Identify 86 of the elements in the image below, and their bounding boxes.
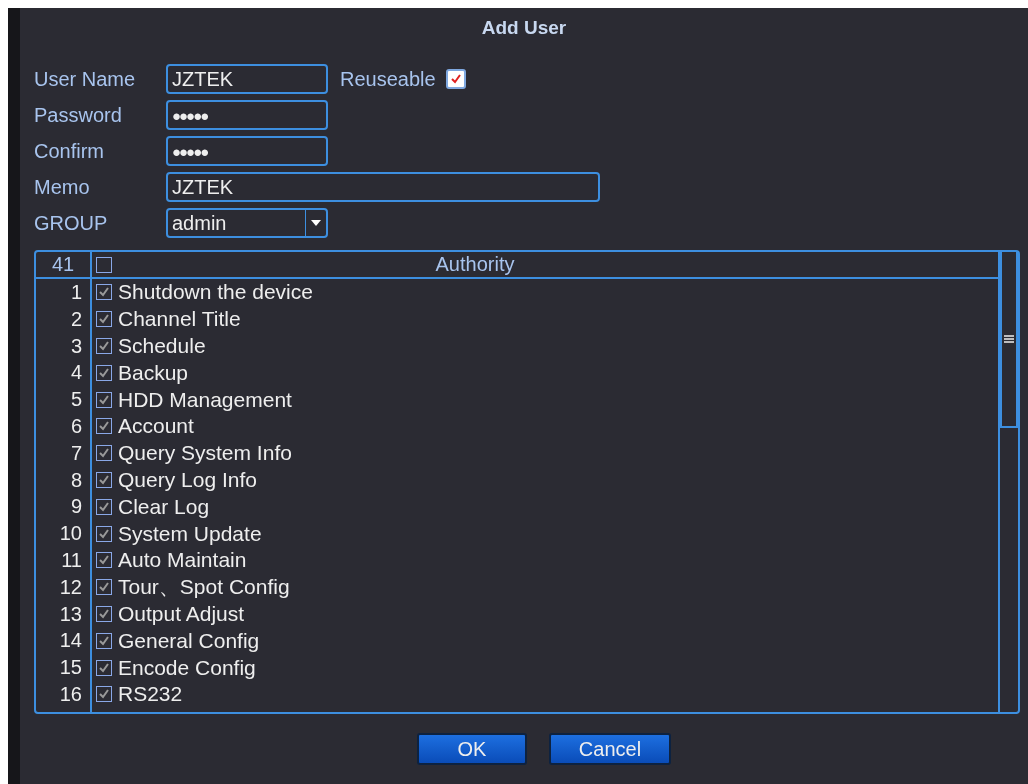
dialog-title: Add User [481, 17, 567, 39]
row-number: 11 [60, 547, 83, 573]
row-number: 2 [69, 306, 83, 332]
checkbox[interactable] [96, 552, 112, 569]
check-icon [98, 473, 110, 486]
authority-name: System Update [118, 521, 262, 546]
input-field[interactable]: JZTEK [166, 172, 600, 202]
check-icon [98, 607, 110, 620]
check-icon [98, 393, 110, 406]
row-number: 15 [58, 655, 83, 681]
authority-name: HDD Management [118, 387, 292, 412]
checkbox[interactable] [96, 525, 112, 542]
checkbox[interactable] [96, 659, 112, 676]
authority-name: Output Adjust [118, 601, 245, 626]
caret-icon [311, 220, 321, 226]
authority-name: Account [118, 414, 194, 439]
checkbox[interactable] [96, 338, 112, 354]
authority-name: General Config [118, 628, 260, 653]
authority-name: Auto Maintain [118, 548, 247, 573]
row-number: 10 [58, 521, 83, 547]
row-number: 1 [69, 280, 83, 305]
field-label: Memo [34, 175, 91, 199]
check-icon [98, 420, 110, 433]
check-icon [98, 554, 110, 567]
field-label: Password [34, 103, 123, 127]
input-field[interactable]: ●●●●● [166, 100, 328, 130]
authority-name: Channel Title [118, 307, 241, 332]
row-number: 8 [69, 467, 83, 493]
checkbox[interactable] [96, 605, 112, 622]
row-number: 9 [69, 494, 83, 520]
authority-name: RS232 [118, 682, 183, 707]
authority-name: Encode Config [118, 655, 256, 680]
checkbox[interactable] [96, 391, 112, 408]
field-label: Reuseable [340, 67, 436, 91]
check-icon [98, 661, 110, 674]
check-icon [98, 366, 110, 379]
checkbox[interactable] [96, 498, 112, 515]
field-label: Confirm [34, 139, 105, 163]
scroll-thumb[interactable] [1000, 252, 1018, 428]
check-icon [98, 634, 110, 647]
check-icon [98, 581, 110, 594]
cancel-button[interactable]: Cancel [549, 733, 671, 765]
row-number: 5 [69, 387, 83, 413]
check-icon [98, 340, 110, 352]
checkbox[interactable] [96, 632, 112, 649]
checkbox[interactable] [96, 418, 112, 435]
checkbox[interactable] [445, 69, 466, 89]
field-label: User Name [34, 67, 137, 91]
row-number: 16 [58, 681, 83, 707]
check-icon [98, 500, 110, 513]
row-number: 3 [69, 333, 83, 359]
authority-name: Query Log Info [118, 467, 257, 492]
check-icon [98, 527, 110, 540]
checkbox[interactable] [96, 445, 112, 462]
check-icon [98, 286, 110, 299]
authority-name: Query System Info [118, 441, 292, 466]
row-number: 14 [58, 628, 83, 654]
check-icon [98, 688, 110, 701]
dropdown[interactable]: admin [166, 208, 328, 238]
authority-name: Schedule [118, 334, 206, 358]
row-number: 13 [58, 601, 83, 627]
checkbox[interactable] [96, 579, 112, 596]
ok-button[interactable]: OK [417, 733, 527, 765]
field-label: GROUP [34, 211, 109, 235]
authority-name: Clear Log [118, 494, 210, 519]
authority-name: Backup [118, 360, 189, 385]
row-count: 41 [36, 252, 92, 277]
authority-name: Tour、Spot Config [118, 574, 290, 601]
checkbox[interactable] [96, 284, 112, 301]
check-icon [98, 313, 110, 326]
column-header: Authority [434, 253, 516, 276]
row-number: 6 [69, 414, 83, 439]
checkbox[interactable] [96, 311, 112, 328]
grip-icon [1004, 335, 1014, 343]
authority-name: Shutdown the device [118, 280, 313, 305]
check-icon [449, 73, 462, 85]
row-number: 4 [69, 360, 83, 386]
checkbox[interactable] [96, 364, 112, 381]
row-number: 7 [69, 440, 83, 466]
checkbox[interactable] [96, 471, 112, 488]
input-field[interactable]: JZTEK [166, 64, 328, 94]
row-number: 12 [58, 574, 83, 600]
checkbox[interactable] [96, 686, 112, 703]
input-field[interactable]: ●●●●● [166, 136, 328, 166]
check-icon [98, 447, 110, 460]
checkbox[interactable] [96, 256, 112, 273]
